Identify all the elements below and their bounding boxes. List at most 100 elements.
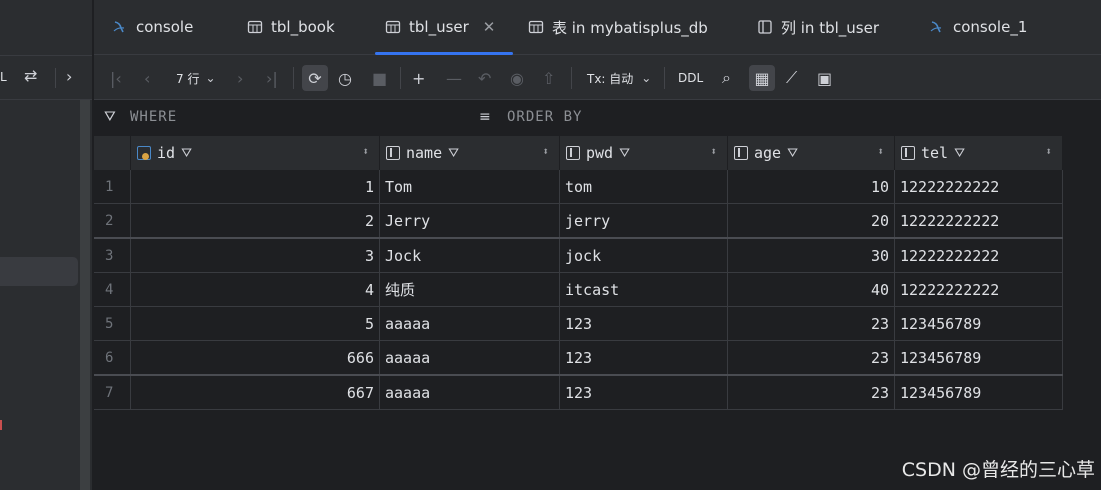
view-settings-icon[interactable]: ▣	[817, 66, 832, 90]
cell-name[interactable]: Jock	[379, 238, 560, 273]
cell-pwd[interactable]: jock	[559, 238, 728, 273]
cell-name[interactable]: Tom	[379, 170, 560, 204]
last-page-icon[interactable]: ›|	[266, 66, 278, 90]
cell-id[interactable]: 667	[130, 375, 380, 410]
row-number: 6	[94, 340, 131, 376]
data-editor-toolbar: |‹ ‹ 7 行 ⌄ › ›| ⟳ ◷ ■ + — ↶ ◉ ⇧ Tx: 自动 ⌄…	[94, 55, 1101, 100]
filter-bar: ⛛ WHERE ≡ ORDER BY	[94, 100, 1101, 136]
tab-label: 列 in tbl_user	[781, 18, 879, 37]
cell-name[interactable]: aaaaa	[379, 340, 560, 376]
column-icon	[386, 146, 400, 160]
cell-age[interactable]: 20	[727, 203, 895, 239]
cell-age[interactable]: 23	[727, 375, 895, 410]
cell-name[interactable]: Jerry	[379, 203, 560, 239]
filter-icon[interactable]: ⛛	[619, 146, 630, 161]
tab-columns-in-tbl-user[interactable]: 列 in tbl_user	[747, 0, 889, 54]
table-row[interactable]: 3 3 Jock jock 30 12222222222	[94, 238, 1063, 273]
cell-tel[interactable]: 12222222222	[894, 203, 1063, 239]
filter-icon[interactable]: ⛛	[181, 146, 192, 161]
cell-name[interactable]: aaaaa	[379, 375, 560, 410]
cell-pwd[interactable]: jerry	[559, 203, 728, 239]
table-row[interactable]: 7 667 aaaaa 123 23 123456789	[94, 375, 1063, 410]
cell-id[interactable]: 666	[130, 340, 380, 376]
cell-tel[interactable]: 123456789	[894, 340, 1063, 376]
row-count-dropdown[interactable]: 7 行 ⌄	[176, 66, 216, 90]
chevron-right-icon[interactable]: ›	[66, 67, 72, 86]
refresh-icon[interactable]: ⟳	[302, 65, 328, 91]
cell-name[interactable]: aaaaa	[379, 306, 560, 341]
cell-age[interactable]: 23	[727, 306, 895, 341]
cell-tel[interactable]: 12222222222	[894, 170, 1063, 204]
table-row[interactable]: 4 4 纯质 itcast 40 12222222222	[94, 272, 1063, 307]
column-icon	[734, 146, 748, 160]
next-page-icon[interactable]: ›	[237, 66, 243, 90]
preview-icon[interactable]: ◉	[510, 66, 524, 90]
cell-age[interactable]: 23	[727, 340, 895, 376]
cell-tel[interactable]: 123456789	[894, 375, 1063, 410]
row-number: 4	[94, 272, 131, 307]
filter-panel-icon[interactable]: ▦	[749, 65, 775, 91]
column-header-age[interactable]: age ⛛ ⬍	[727, 136, 895, 170]
first-page-icon[interactable]: |‹	[110, 66, 122, 90]
add-row-icon[interactable]: +	[412, 66, 425, 90]
chart-icon[interactable]: ⟋	[786, 66, 797, 90]
cell-pwd[interactable]: 123	[559, 375, 728, 410]
previous-page-icon[interactable]: ‹	[144, 66, 150, 90]
table-row[interactable]: 1 1 Tom tom 10 12222222222	[94, 170, 1063, 204]
column-header-name[interactable]: name ⛛ ⬍	[379, 136, 560, 170]
cell-age[interactable]: 40	[727, 272, 895, 307]
cell-id[interactable]: 2	[130, 203, 380, 239]
filter-icon[interactable]: ⛛	[954, 146, 965, 161]
column-header-pwd[interactable]: pwd ⛛ ⬍	[559, 136, 728, 170]
table-icon	[385, 20, 401, 34]
tab-console[interactable]: console	[102, 0, 203, 54]
cell-pwd[interactable]: itcast	[559, 272, 728, 307]
sort-icon[interactable]: ⬍	[710, 145, 717, 158]
stop-icon[interactable]: ■	[372, 66, 387, 90]
clock-icon[interactable]: ◷	[338, 66, 352, 90]
cell-tel[interactable]: 12222222222	[894, 272, 1063, 307]
filter-icon[interactable]: ⛛	[448, 146, 459, 161]
tab-console-1[interactable]: console_1	[919, 0, 1037, 54]
sort-icon[interactable]: ⬍	[877, 145, 884, 158]
cell-pwd[interactable]: 123	[559, 306, 728, 341]
swap-arrows-icon[interactable]: ⇄	[24, 66, 37, 85]
delete-row-icon[interactable]: —	[446, 66, 462, 90]
cell-pwd[interactable]: tom	[559, 170, 728, 204]
tab-tbl-book[interactable]: tbl_book	[237, 0, 345, 54]
order-by-input[interactable]: ORDER BY	[507, 109, 582, 125]
cell-name[interactable]: 纯质	[379, 272, 560, 307]
close-icon[interactable]: ✕	[483, 18, 496, 36]
cell-age[interactable]: 10	[727, 170, 895, 204]
table-row[interactable]: 6 666 aaaaa 123 23 123456789	[94, 340, 1063, 376]
cell-id[interactable]: 5	[130, 306, 380, 341]
transaction-mode-dropdown[interactable]: Tx: 自动 ⌄	[587, 66, 651, 90]
cell-id[interactable]: 3	[130, 238, 380, 273]
where-filter-input[interactable]: WHERE	[130, 109, 177, 125]
cell-tel[interactable]: 12222222222	[894, 238, 1063, 273]
cell-pwd[interactable]: 123	[559, 340, 728, 376]
sort-icon[interactable]: ⬍	[1045, 145, 1052, 158]
column-header-tel[interactable]: tel ⛛ ⬍	[894, 136, 1063, 170]
sort-icon[interactable]: ⬍	[542, 145, 549, 158]
cell-id[interactable]: 4	[130, 272, 380, 307]
ddl-button[interactable]: DDL	[678, 66, 703, 90]
row-number: 1	[94, 170, 131, 204]
left-panel-scrollbar[interactable]	[80, 100, 90, 490]
cell-age[interactable]: 30	[727, 238, 895, 273]
row-number-header	[94, 136, 131, 170]
cell-tel[interactable]: 123456789	[894, 306, 1063, 341]
tab-tbl-user[interactable]: tbl_user ✕	[375, 0, 513, 55]
tab-tables-in-db[interactable]: 表 in mybatisplus_db	[518, 0, 718, 54]
column-header-id[interactable]: id ⛛ ⬍	[130, 136, 380, 170]
left-panel-selected-item[interactable]	[0, 257, 78, 286]
search-icon[interactable]: ⌕	[722, 66, 731, 90]
header-row: id ⛛ ⬍ name ⛛ ⬍ pwd ⛛ ⬍ age ⛛ ⬍ tel ⛛ ⬍	[94, 136, 1063, 170]
table-row[interactable]: 2 2 Jerry jerry 20 12222222222	[94, 203, 1063, 239]
sort-icon[interactable]: ⬍	[362, 145, 369, 158]
filter-icon[interactable]: ⛛	[787, 146, 798, 161]
cell-id[interactable]: 1	[130, 170, 380, 204]
submit-icon[interactable]: ⇧	[542, 66, 555, 90]
revert-icon[interactable]: ↶	[478, 66, 491, 90]
table-row[interactable]: 5 5 aaaaa 123 23 123456789	[94, 306, 1063, 341]
